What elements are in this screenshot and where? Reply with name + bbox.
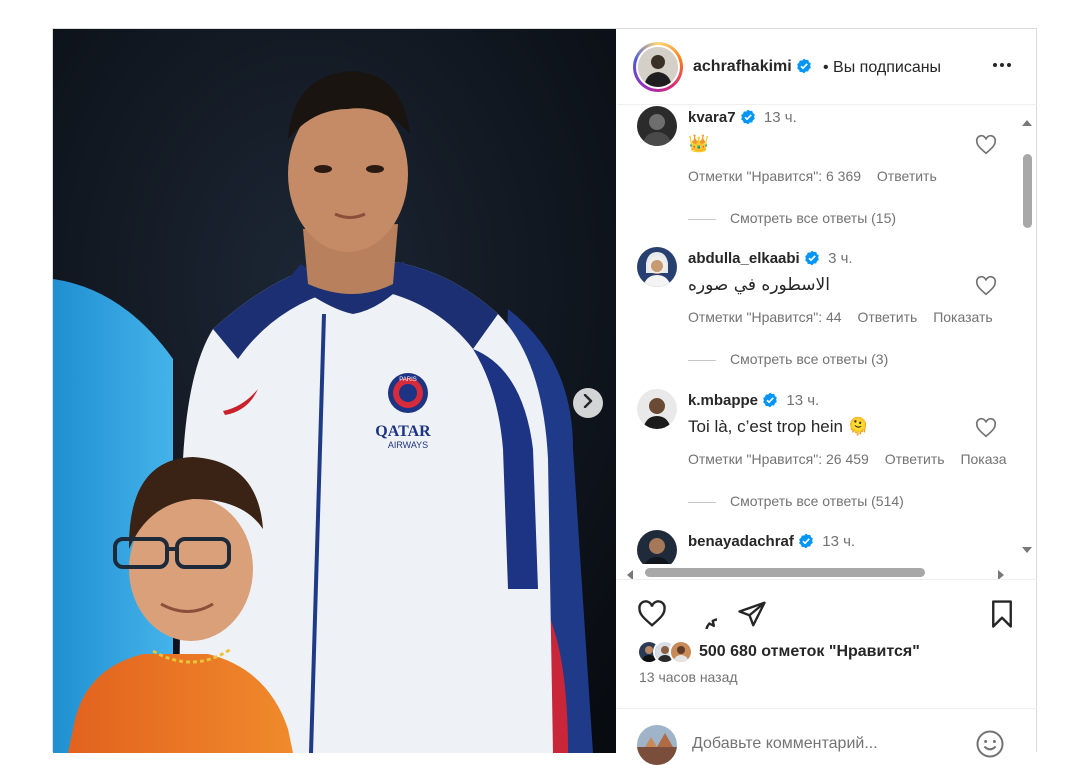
comment-username-text[interactable]: k.mbappe	[688, 392, 758, 409]
horizontal-scrollbar[interactable]	[617, 564, 1019, 579]
emoji-smile-icon[interactable]	[975, 729, 1005, 759]
verified-badge-icon	[799, 533, 813, 549]
comment-reply-button[interactable]: Ответить	[877, 168, 937, 184]
comment-time[interactable]: 13 ч.	[822, 533, 855, 550]
scroll-right-icon[interactable]	[997, 567, 1005, 579]
comment-avatar[interactable]	[637, 247, 677, 287]
author-avatar[interactable]	[633, 42, 683, 92]
current-user-avatar	[637, 725, 677, 765]
comment-time[interactable]: 3 ч.	[828, 250, 853, 267]
jacket-sponsor-subtext: AIRWAYS	[388, 440, 428, 450]
comment-translate-button[interactable]: Показать	[933, 309, 993, 325]
comment-item: k.mbappe 13 ч. Toi là, c’est trop hein 🫠…	[637, 389, 1017, 529]
comment-bubble-icon[interactable]	[687, 599, 732, 645]
chevron-right-icon	[582, 393, 594, 413]
follow-status[interactable]: • Вы подписаны	[823, 59, 941, 77]
scroll-left-icon[interactable]	[626, 567, 634, 579]
more-dots-icon[interactable]	[990, 53, 1014, 77]
view-replies-button[interactable]: Смотреть все ответы (3)	[688, 351, 888, 367]
comment-username-text[interactable]: benayadachraf	[688, 533, 794, 550]
heart-icon[interactable]	[975, 134, 997, 156]
jacket-sponsor-text: QATAR	[375, 423, 431, 440]
verified-badge-icon	[740, 109, 755, 125]
comment-time[interactable]: 13 ч.	[764, 109, 797, 126]
comment-avatar[interactable]	[637, 389, 677, 429]
add-comment-bar	[617, 708, 1037, 765]
comment-meta: Отметки "Нравится": 26 459 Ответить Пока…	[688, 451, 1019, 467]
likes-count[interactable]: 500 680 отметок "Нравится"	[699, 643, 920, 661]
heart-icon[interactable]	[637, 599, 667, 629]
post-timestamp[interactable]: 13 часов назад	[639, 669, 738, 685]
author-username[interactable]: achrafhakimi	[693, 58, 812, 76]
comment-likes[interactable]: Отметки "Нравится": 6 369	[688, 168, 861, 184]
liker-avatar	[669, 640, 693, 664]
bookmark-icon[interactable]	[987, 599, 1017, 629]
comment-username-text[interactable]: kvara7	[688, 109, 736, 126]
comment-avatar[interactable]	[637, 106, 677, 146]
verified-badge-icon	[805, 250, 819, 266]
comment-meta: Отметки "Нравится": 6 369 Ответить	[688, 168, 949, 184]
post-actions: 500 680 отметок "Нравится" 13 часов наза…	[617, 579, 1037, 765]
post-sidebar: achrafhakimi • Вы подписаны kvara7 13 ч.…	[617, 29, 1037, 765]
jacket-crest-text: PARIS	[399, 377, 417, 383]
likes-summary: 500 680 отметок "Нравится"	[637, 638, 920, 666]
comment-username[interactable]: kvara7 13 ч.	[688, 109, 797, 126]
comment-username[interactable]: abdulla_elkaabi 3 ч.	[688, 250, 853, 267]
add-comment-input[interactable]	[692, 731, 932, 757]
comment-text: الاسطوره في صوره	[688, 275, 830, 295]
heart-icon[interactable]	[975, 275, 997, 297]
comment-meta: Отметки "Нравится": 44 Ответить Показать	[688, 309, 1005, 325]
comment-likes[interactable]: Отметки "Нравится": 26 459	[688, 451, 869, 467]
scroll-up-icon[interactable]	[1022, 114, 1032, 132]
author-username-text[interactable]: achrafhakimi	[693, 58, 792, 75]
heart-icon[interactable]	[975, 417, 997, 439]
comment-reply-button[interactable]: Ответить	[857, 309, 917, 325]
comment-username-text[interactable]: abdulla_elkaabi	[688, 250, 800, 267]
vertical-scrollbar[interactable]	[1018, 106, 1037, 579]
comment-translate-button[interactable]: Показа	[960, 451, 1006, 467]
paper-plane-icon[interactable]	[737, 599, 767, 629]
photo-illustration: PARIS QATAR AIRWAYS	[53, 29, 616, 753]
horizontal-scroll-thumb[interactable]	[645, 568, 925, 577]
verified-badge-icon	[797, 58, 811, 74]
comment-time[interactable]: 13 ч.	[786, 392, 819, 409]
post-header: achrafhakimi • Вы подписаны	[617, 29, 1037, 105]
comment-item: abdulla_elkaabi 3 ч. الاسطوره في صوره От…	[637, 247, 1017, 387]
next-photo-button[interactable]	[573, 388, 603, 418]
comments-list[interactable]: kvara7 13 ч. 👑 Отметки "Нравится": 6 369…	[617, 106, 1037, 579]
vertical-scroll-thumb[interactable]	[1023, 154, 1032, 228]
post-photo: PARIS QATAR AIRWAYS	[53, 29, 616, 753]
view-replies-button[interactable]: Смотреть все ответы (15)	[688, 210, 896, 226]
scroll-down-icon[interactable]	[1022, 541, 1032, 559]
instagram-post-dialog: PARIS QATAR AIRWAYS achrafhakimi • Вы по…	[52, 28, 1037, 765]
comment-username[interactable]: benayadachraf 13 ч.	[688, 533, 855, 550]
comment-username[interactable]: k.mbappe 13 ч.	[688, 392, 819, 409]
verified-badge-icon	[763, 392, 778, 408]
comment-text: 👑	[688, 134, 710, 153]
view-replies-button[interactable]: Смотреть все ответы (514)	[688, 493, 904, 509]
comment-item: kvara7 13 ч. 👑 Отметки "Нравится": 6 369…	[637, 106, 1017, 246]
comment-text: Toi là, c’est trop hein 🫠	[688, 417, 869, 436]
comment-reply-button[interactable]: Ответить	[885, 451, 945, 467]
comment-likes[interactable]: Отметки "Нравится": 44	[688, 309, 842, 325]
